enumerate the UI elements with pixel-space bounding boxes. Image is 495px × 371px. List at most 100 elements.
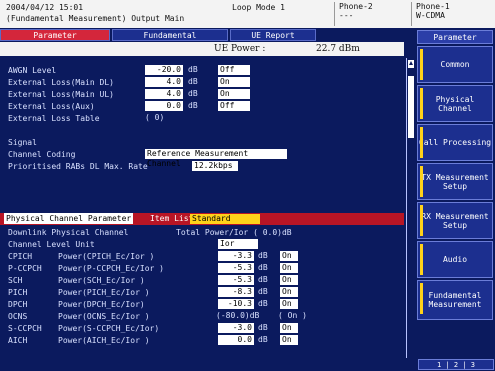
measurement-path: (Fundamental Measurement) Output Main <box>6 14 185 23</box>
top-status-bar: 2004/04/12 15:01 (Fundamental Measuremen… <box>0 0 495 28</box>
ext-loss-ul-state[interactable]: On <box>218 89 250 99</box>
ext-loss-aux-value[interactable]: 0.0 <box>145 101 183 111</box>
ext-loss-ul-unit: dB <box>188 89 198 98</box>
ue-power-value: 22.7 dBm <box>316 44 360 54</box>
awgn-level-value[interactable]: -20.0 <box>145 65 183 75</box>
button-label: Fundamental Measurement <box>428 291 482 309</box>
button-label: RX Measurement Setup <box>421 211 489 230</box>
channel-unit: dB <box>258 323 268 332</box>
signal-section-label: Signal <box>8 138 37 147</box>
channel-value[interactable]: -3.3 <box>218 251 254 261</box>
channel-desc: Power(OCNS_Ec/Ior ) <box>58 312 150 321</box>
ext-loss-dl-label: External Loss(Main DL) <box>8 78 114 87</box>
pcp-header-label[interactable]: Physical Channel Parameter <box>4 213 134 224</box>
audio-button[interactable]: Audio <box>417 241 493 278</box>
channel-name: PICH <box>8 288 28 297</box>
parameter-panel: AWGN Level -20.0 dB Off External Loss(Ma… <box>0 57 404 370</box>
channel-value[interactable]: -10.3 <box>218 299 254 309</box>
button-label: Common <box>440 60 470 69</box>
tab-parameter[interactable]: Parameter <box>0 29 110 41</box>
channel-unit: dB <box>258 275 268 284</box>
softkey-marker <box>420 127 423 158</box>
channel-state[interactable]: On <box>280 299 298 309</box>
tx-measurement-setup-button[interactable]: TX Measurement Setup <box>417 163 493 200</box>
ext-loss-ul-label: External Loss(Main UL) <box>8 90 114 99</box>
channel-name: P-CCPCH <box>8 264 42 273</box>
level-unit-value[interactable]: Ior <box>218 239 258 249</box>
softkey-marker <box>420 166 423 197</box>
vertical-scrollbar[interactable] <box>406 58 416 358</box>
channel-name: DPCH <box>8 300 28 309</box>
button-label: TX Measurement Setup <box>421 172 489 191</box>
channel-value[interactable]: -8.3 <box>218 287 254 297</box>
softkey-marker <box>420 88 423 119</box>
fundamental-measurement-button[interactable]: Fundamental Measurement <box>417 280 493 320</box>
channel-value[interactable]: -5.3 <box>218 275 254 285</box>
call-processing-button[interactable]: Call Processing <box>417 124 493 161</box>
channel-state[interactable]: On <box>280 275 298 285</box>
channel-name: S-CCPCH <box>8 324 42 333</box>
item-list-label: Item List <box>150 214 194 223</box>
item-list-value[interactable]: Standard <box>190 214 260 224</box>
ext-loss-aux-state[interactable]: Off <box>218 101 250 111</box>
phone-1-title: Phone-1 <box>416 2 450 11</box>
channel-state[interactable]: On <box>280 263 298 273</box>
tab-ue-report[interactable]: UE Report <box>230 29 316 41</box>
ext-loss-aux-label: External Loss(Aux) <box>8 102 95 111</box>
softkey-marker <box>420 49 423 80</box>
button-label: Audio <box>442 255 468 264</box>
phone-2-value: --- <box>339 11 354 20</box>
loop-mode: Loop Mode 1 <box>232 3 285 12</box>
ext-loss-table-value[interactable]: ( 0) <box>145 113 164 123</box>
tab-fundamental[interactable]: Fundamental <box>112 29 228 41</box>
physical-channel-button[interactable]: Physical Channel <box>417 85 493 122</box>
common-button[interactable]: Common <box>417 46 493 83</box>
function-panel-title: Parameter <box>417 30 493 44</box>
dl-max-rate-value[interactable]: 12.2kbps <box>192 161 238 171</box>
channel-desc: Power(P-CCPCH_Ec/Ior ) <box>58 264 164 273</box>
downlink-channel-label: Downlink Physical Channel <box>8 228 129 237</box>
phone-2-title: Phone-2 <box>339 2 373 11</box>
phone-2-status[interactable]: Phone-2 --- <box>334 2 404 26</box>
channel-coding-value[interactable]: Reference Measurement Channel <box>145 149 287 168</box>
channel-unit: dB <box>258 251 268 260</box>
channel-value[interactable]: -5.3 <box>218 263 254 273</box>
channel-state[interactable]: On <box>280 251 298 261</box>
level-unit-label: Channel Level Unit <box>8 240 95 249</box>
function-key-panel: Parameter Common Physical Channel Call P… <box>416 29 495 370</box>
channel-value[interactable]: -3.0 <box>218 323 254 333</box>
channel-value[interactable]: 0.0 <box>218 335 254 345</box>
phone-1-status[interactable]: Phone-1 W-CDMA <box>411 2 495 26</box>
channel-unit: dB <box>258 287 268 296</box>
tab-bar: Parameter Fundamental UE Report <box>0 29 404 41</box>
channel-desc: Power(AICH_Ec/Ior ) <box>58 336 150 345</box>
channel-state[interactable]: On <box>280 335 298 345</box>
ext-loss-dl-value[interactable]: 4.0 <box>145 77 183 87</box>
channel-state: ( On ) <box>278 311 307 320</box>
channel-coding-label: Channel Coding <box>8 150 76 159</box>
ue-power-label: UE Power : <box>214 44 266 54</box>
page-indicator[interactable]: 1 | 2 | 3 <box>418 359 494 370</box>
phone-1-value: W-CDMA <box>416 11 445 20</box>
channel-desc: Power(CPICH_Ec/Ior ) <box>58 252 155 261</box>
rx-measurement-setup-button[interactable]: RX Measurement Setup <box>417 202 493 239</box>
button-label: Physical Channel <box>435 94 475 113</box>
scroll-up-icon[interactable] <box>408 60 414 68</box>
channel-name: SCH <box>8 276 23 285</box>
channel-state[interactable]: On <box>280 323 298 333</box>
timestamp: 2004/04/12 15:01 <box>6 3 84 12</box>
channel-desc: Power(PICH_Ec/Ior ) <box>58 288 150 297</box>
awgn-level-state[interactable]: Off <box>218 65 250 75</box>
ue-power-bar: UE Power : 22.7 dBm <box>0 42 404 56</box>
channel-name: OCNS <box>8 312 28 321</box>
channel-state[interactable]: On <box>280 287 298 297</box>
awgn-level-label: AWGN Level <box>8 66 57 75</box>
awgn-level-unit: dB <box>188 65 198 74</box>
ext-loss-dl-state[interactable]: On <box>218 77 250 87</box>
channel-name: CPICH <box>8 252 33 261</box>
softkey-marker <box>420 244 423 275</box>
softkey-marker <box>420 283 423 314</box>
ext-loss-dl-unit: dB <box>188 77 198 86</box>
ext-loss-ul-value[interactable]: 4.0 <box>145 89 183 99</box>
scroll-thumb[interactable] <box>408 76 414 138</box>
